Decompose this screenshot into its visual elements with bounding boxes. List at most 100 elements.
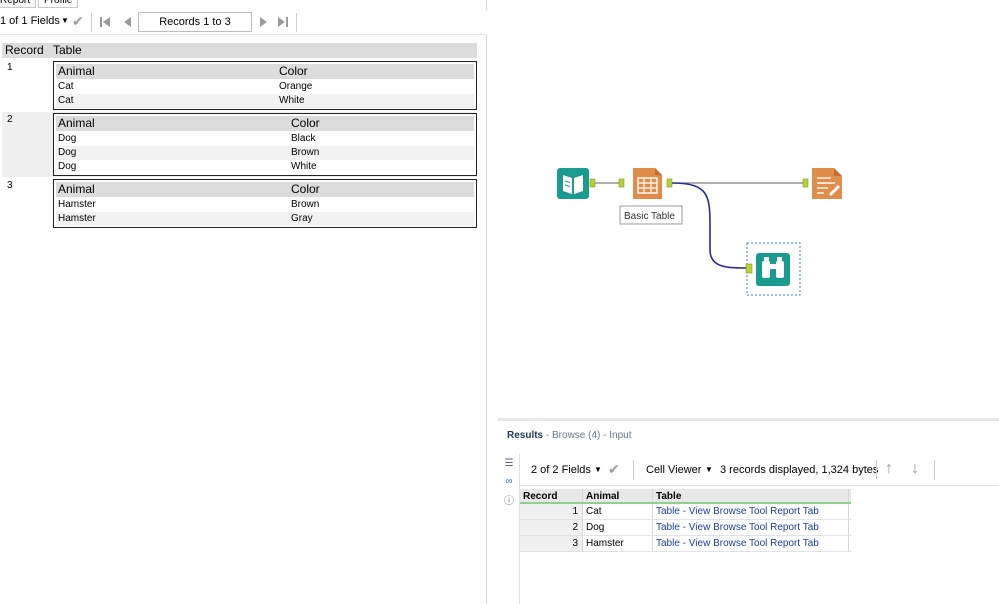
render-tool[interactable] — [802, 168, 842, 199]
cell-color: White — [279, 95, 305, 106]
cell-color: Brown — [291, 147, 320, 158]
input-anchor-icon[interactable] — [618, 178, 625, 188]
toolbar-divider — [91, 13, 92, 32]
record-number: 3 — [7, 180, 13, 191]
embedded-table-row: Dog Brown — [56, 146, 474, 160]
results-sidebar: ☰ ∞ ⓘ — [498, 454, 520, 604]
report-toolbar: 1 of 1 Fields ▼ ✔ Records 1 to 3 — [0, 10, 487, 35]
connector-table-to-browse — [671, 182, 749, 269]
binoculars-icon[interactable]: ∞ — [503, 476, 515, 488]
cell-record: 3 — [520, 536, 583, 551]
cell-color: Black — [291, 133, 316, 144]
output-anchor-icon[interactable] — [589, 178, 596, 188]
records-status: 3 records displayed, 1,324 bytes — [720, 464, 879, 476]
input-anchor-icon[interactable] — [802, 178, 809, 188]
arrow-down-icon[interactable]: ↓ — [911, 460, 919, 478]
results-toolbar: 2 of 2 Fields ▼ ✔ Cell Viewer ▼ 3 record… — [520, 454, 999, 486]
cell-animal: Dog — [583, 520, 653, 535]
cell-table-link[interactable]: Table - View Browse Tool Report Tab — [653, 536, 849, 551]
records-range-field[interactable]: Records 1 to 3 — [138, 12, 252, 32]
embedded-table: Animal Color Cat Orange Cat White — [53, 61, 477, 110]
cell-viewer-selector[interactable]: Cell Viewer — [646, 464, 701, 476]
arrow-up-icon[interactable]: ↑ — [885, 460, 893, 478]
column-header-record[interactable]: Record — [520, 489, 583, 502]
table-row[interactable]: 1 Cat Table - View Browse Tool Report Ta… — [520, 504, 851, 520]
cell-color: White — [291, 161, 317, 172]
next-record-icon[interactable] — [258, 16, 270, 28]
workspace: Report Profile 1 of 1 Fields ▼ ✔ Records… — [0, 0, 999, 604]
column-header-table: Table — [53, 43, 82, 57]
results-grid: Record Animal Table 1 Cat Table - View B… — [520, 489, 851, 552]
embedded-table-header: Animal Color — [56, 116, 474, 131]
toolbar-divider — [876, 460, 877, 479]
embedded-table-row: Cat Orange — [56, 80, 474, 94]
chevron-down-icon[interactable]: ▼ — [594, 465, 602, 474]
embedded-table: Animal Color Dog Black Dog Brown Dog Whi… — [53, 113, 477, 176]
tab-profile[interactable]: Profile — [38, 0, 79, 8]
browse-tool[interactable] — [745, 242, 801, 296]
header-color: Color — [291, 182, 320, 196]
input-tool-icon[interactable] — [557, 168, 589, 199]
last-record-icon[interactable] — [277, 16, 289, 28]
embedded-table-header: Animal Color — [56, 64, 474, 79]
cell-color: Brown — [291, 199, 320, 210]
help-icon[interactable]: ⓘ — [503, 496, 515, 508]
toolbar-divider — [296, 13, 297, 32]
cell-animal: Hamster — [58, 213, 96, 224]
cell-animal: Cat — [58, 81, 74, 92]
toolbar-divider — [633, 460, 634, 479]
cell-table-link[interactable]: Table - View Browse Tool Report Tab — [653, 504, 849, 519]
previous-record-icon[interactable] — [121, 16, 133, 28]
fields-selector[interactable]: 1 of 1 Fields — [0, 15, 60, 27]
cell-animal: Dog — [58, 133, 77, 144]
embedded-table: Animal Color Hamster Brown Hamster Gray — [53, 179, 477, 228]
cell-color: Orange — [279, 81, 313, 92]
table-row[interactable]: 2 Dog Table - View Browse Tool Report Ta… — [520, 520, 851, 536]
header-color: Color — [291, 116, 320, 130]
header-animal: Animal — [58, 182, 95, 196]
results-title-label: Results — [507, 430, 544, 441]
record-number: 1 — [7, 62, 13, 73]
embedded-table-row: Hamster Brown — [56, 198, 474, 212]
header-animal: Animal — [58, 64, 95, 78]
cell-table-link[interactable]: Table - View Browse Tool Report Tab — [653, 520, 849, 535]
cell-record: 2 — [520, 520, 583, 535]
report-tabs: Report Profile — [0, 0, 80, 8]
report-header-row: Record Table — [2, 43, 477, 58]
results-panel: Results - Browse (4) - Input ☰ ∞ ⓘ 2 of … — [498, 421, 999, 604]
embedded-table-header: Animal Color — [56, 182, 474, 197]
cell-color: Gray — [291, 213, 313, 224]
header-animal: Animal — [58, 116, 95, 130]
cell-animal: Cat — [58, 95, 74, 106]
binoculars-icon[interactable] — [756, 253, 790, 286]
input-data-tool[interactable] — [557, 168, 596, 199]
tool-annotation: Basic Table — [619, 205, 683, 225]
input-anchor-icon[interactable] — [745, 263, 753, 274]
header-color: Color — [279, 64, 308, 78]
basic-table-tool[interactable] — [618, 168, 673, 199]
chevron-down-icon[interactable]: ▼ — [705, 465, 713, 474]
cell-animal: Hamster — [58, 199, 96, 210]
embedded-table-row: Hamster Gray — [56, 212, 474, 226]
cell-animal: Dog — [58, 161, 77, 172]
column-header-table[interactable]: Table — [653, 489, 849, 502]
workflow-canvas[interactable]: Basic Table — [498, 0, 999, 418]
results-title: Results - Browse (4) - Input — [507, 430, 632, 441]
cell-animal: Dog — [58, 147, 77, 158]
cell-animal: Cat — [583, 504, 653, 519]
fields-selector[interactable]: 2 of 2 Fields — [531, 464, 591, 476]
first-record-icon[interactable] — [99, 16, 111, 28]
table-row[interactable]: 3 Hamster Table - View Browse Tool Repor… — [520, 536, 851, 552]
checkmark-icon[interactable]: ✔ — [608, 461, 620, 478]
checkmark-icon[interactable]: ✔ — [72, 13, 84, 30]
report-panel: Report Profile 1 of 1 Fields ▼ ✔ Records… — [0, 0, 487, 604]
column-header-animal[interactable]: Animal — [583, 489, 653, 502]
cell-animal: Hamster — [583, 536, 653, 551]
column-header-record: Record — [5, 43, 44, 57]
tab-report[interactable]: Report — [0, 0, 37, 8]
list-icon[interactable]: ☰ — [503, 458, 515, 470]
embedded-table-row: Dog White — [56, 160, 474, 174]
results-grid-header: Record Animal Table — [520, 489, 851, 504]
chevron-down-icon[interactable]: ▼ — [61, 16, 69, 25]
output-anchor-icon[interactable] — [666, 178, 673, 188]
